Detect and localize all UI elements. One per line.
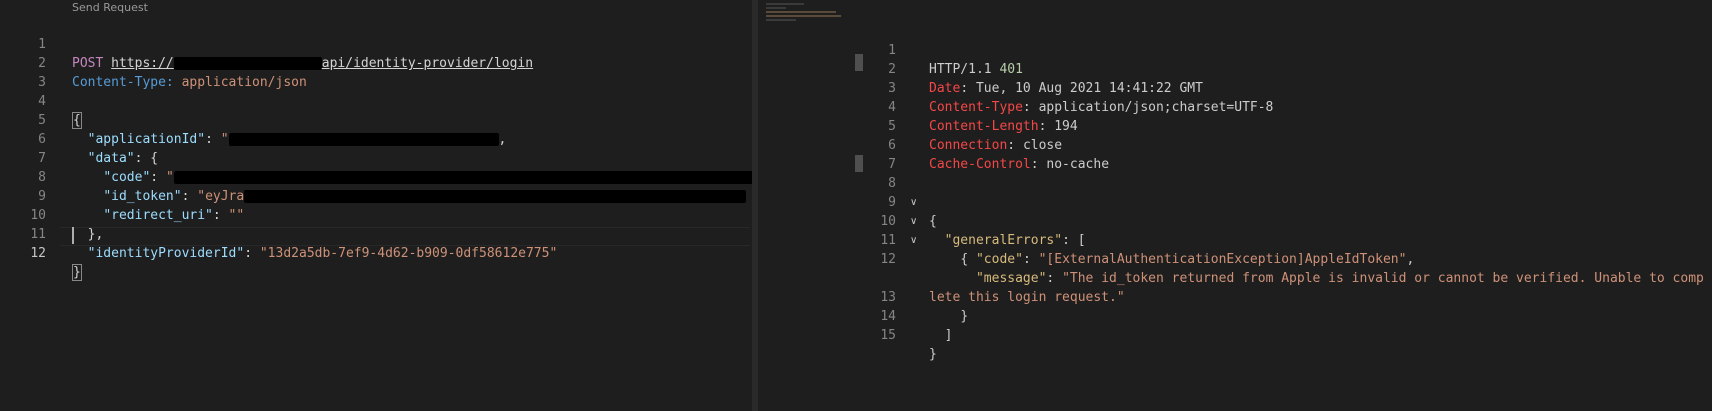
request-url[interactable]: https://api/identity-provider/login xyxy=(111,56,533,71)
json-key: "data" xyxy=(87,151,135,166)
response-header-value: 194 xyxy=(1054,119,1078,134)
header-value: application/json xyxy=(181,75,307,90)
request-editor[interactable]: Send Request 1 POST https://api/identity… xyxy=(0,0,752,411)
response-line-11[interactable]: 11 "code": "[ExternalAuthenticationExcep… xyxy=(865,212,1414,267)
request-line-3[interactable]: 3 xyxy=(0,54,46,90)
request-line-7[interactable]: 7 "code": " xyxy=(0,130,752,185)
request-line-1[interactable]: 1 POST https://api/identity-provider/log… xyxy=(0,16,533,71)
response-header-value: Tue, 10 Aug 2021 14:41:22 GMT xyxy=(975,81,1203,96)
chevron-down-icon[interactable]: ∨ xyxy=(910,193,917,212)
chevron-down-icon[interactable]: ∨ xyxy=(910,212,917,231)
response-line-14[interactable]: 14 ] xyxy=(865,288,952,343)
json-key: "generalErrors" xyxy=(944,233,1063,248)
response-line-1[interactable]: 1 HTTP/1.1 401 xyxy=(865,22,1023,77)
response-header-name: Date xyxy=(929,81,961,96)
response-line-15[interactable]: 15 } xyxy=(865,307,936,362)
request-scrollbar[interactable] xyxy=(752,0,758,411)
request-line-8[interactable]: 8 "id_token": "eyJra xyxy=(0,149,747,204)
header-name: Content-Type: xyxy=(72,75,174,90)
response-line-10[interactable]: 10 ∨ { xyxy=(865,193,968,267)
chevron-down-icon[interactable]: ∨ xyxy=(910,231,917,250)
response-line-9[interactable]: 9 ∨ "generalErrors": [ xyxy=(865,174,1085,248)
error-message-continuation: lete this login request." xyxy=(929,290,1125,305)
minimap-slider[interactable] xyxy=(855,54,863,71)
status-code: 401 xyxy=(999,62,1023,77)
json-key: "applicationId" xyxy=(87,132,206,147)
response-line-13[interactable]: 13 } xyxy=(865,269,968,324)
request-line-9[interactable]: 9 "redirect_uri": "" xyxy=(0,168,244,223)
response-header-value: application/json;charset=UTF-8 xyxy=(1038,100,1274,115)
response-line-3[interactable]: 3 Content-Type: application/json;charset… xyxy=(865,60,1273,115)
open-brace: { xyxy=(72,112,82,129)
response-header-name: Connection xyxy=(929,138,1008,153)
response-header-value: no-cache xyxy=(1046,157,1110,172)
error-message-value: "The id_token returned from Apple is inv… xyxy=(1062,271,1704,286)
line-number: 15 xyxy=(880,328,896,343)
request-line-2[interactable]: 2 Content-Type: application/json xyxy=(0,35,307,90)
request-line-6[interactable]: 6 "data": { xyxy=(0,111,158,166)
response-line-4[interactable]: 4 Content-Length: 194 xyxy=(865,79,1078,134)
request-line-10[interactable]: 10 }, xyxy=(0,187,103,242)
text-cursor xyxy=(72,227,74,244)
json-key: "code" xyxy=(975,252,1023,267)
response-line-2[interactable]: 2 Date: Tue, 10 Aug 2021 14:41:22 GMT xyxy=(865,41,1203,96)
close-brace: } xyxy=(72,264,82,281)
response-header-name: Cache-Control xyxy=(929,157,1031,172)
send-request-codelens[interactable]: Send Request xyxy=(72,1,148,15)
request-line-5[interactable]: 5 "applicationId": ", xyxy=(0,92,506,147)
redacted-host xyxy=(173,57,322,70)
response-header-name: Content-Type xyxy=(929,100,1023,115)
json-key: "id_token" xyxy=(103,189,182,204)
request-minimap[interactable] xyxy=(760,0,850,411)
redacted-id-token xyxy=(244,190,747,203)
response-line-8[interactable]: 8 ∨ { xyxy=(865,155,937,229)
http-method: POST xyxy=(72,56,104,71)
error-code-value: "[ExternalAuthenticationException]AppleI… xyxy=(1038,252,1407,267)
response-line-5[interactable]: 5 Connection: close xyxy=(865,98,1062,153)
request-line-11[interactable]: 11 "identityProviderId": "13d2a5db-7ef9-… xyxy=(0,206,557,261)
json-key: "redirect_uri" xyxy=(103,208,213,223)
identity-provider-id-value: "13d2a5db-7ef9-4d62-b909-0df58612e775" xyxy=(259,246,558,261)
response-line-12[interactable]: 12 "message": "The id_token returned fro… xyxy=(865,231,1704,286)
line-number: 12 xyxy=(30,246,46,261)
redacted-application-id xyxy=(228,133,499,146)
response-header-name: Content-Length xyxy=(929,119,1039,134)
minimap-slider-2[interactable] xyxy=(855,155,863,172)
response-line-6[interactable]: 6 Cache-Control: no-cache xyxy=(865,117,1109,172)
json-key: "identityProviderId" xyxy=(87,246,245,261)
response-viewer[interactable]: 1 HTTP/1.1 401 2 Date: Tue, 10 Aug 2021 … xyxy=(865,0,1712,411)
response-header-value: close xyxy=(1022,138,1063,153)
response-line-7[interactable]: 7 xyxy=(865,136,896,172)
json-key: "code" xyxy=(103,170,151,185)
request-line-4[interactable]: 4 { xyxy=(0,73,82,129)
request-line-12[interactable]: 12 } xyxy=(0,225,82,281)
response-line-12-wrap[interactable]: lete this login request." xyxy=(865,250,1125,305)
json-key: "message" xyxy=(975,271,1047,286)
redacted-code xyxy=(173,171,752,184)
